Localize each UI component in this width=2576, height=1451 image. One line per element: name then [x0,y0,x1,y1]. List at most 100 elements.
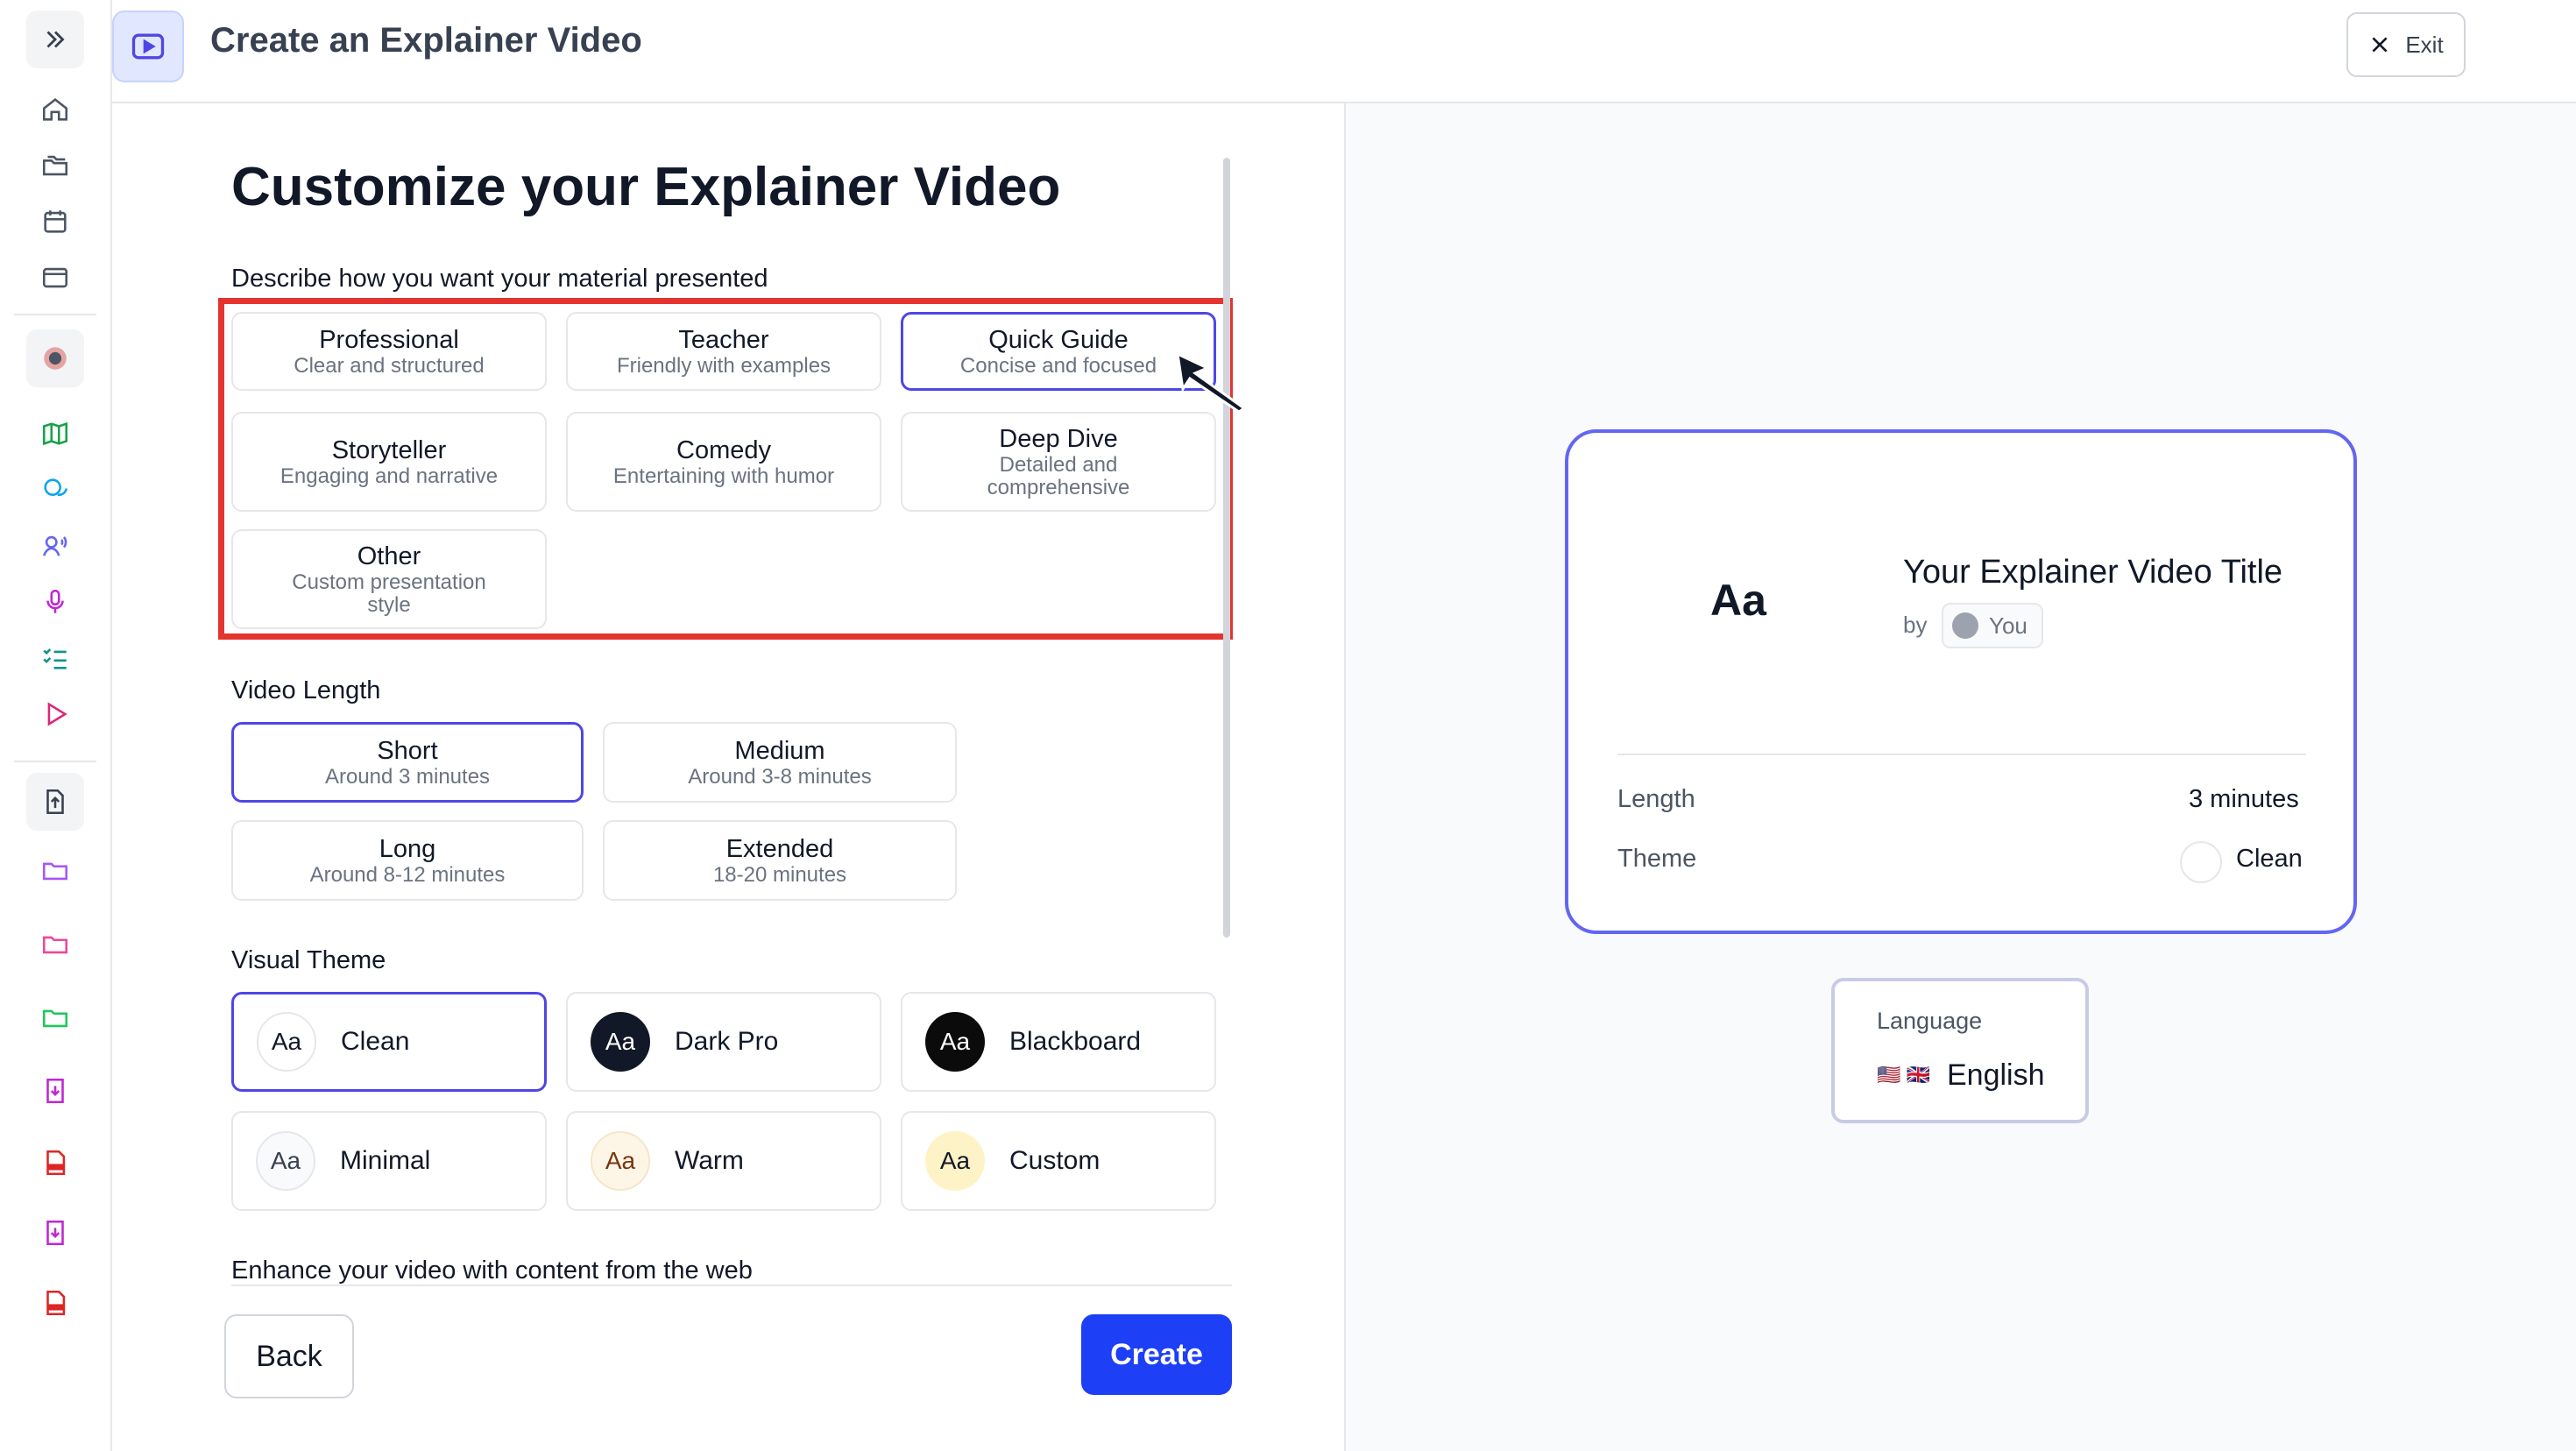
option-title: Quick Guide [988,326,1129,354]
upload-file-icon[interactable] [26,773,84,831]
presentation-label: Describe how you want your material pres… [231,265,768,293]
map-icon[interactable] [26,405,84,463]
option-title: Teacher [678,326,769,354]
play-icon[interactable] [26,685,84,743]
theme-option-custom[interactable]: Aa Custom [901,1111,1216,1211]
theme-option-warm[interactable]: Aa Warm [566,1111,881,1211]
language-label: Language [1877,1008,1983,1034]
page-heading: Customize your Explainer Video [231,157,1061,217]
chat-icon[interactable] [26,461,84,519]
sidebar-divider [14,314,96,315]
theme-swatch: Aa [257,1012,316,1072]
preview-title: Your Explainer Video Title [1903,554,2283,591]
theme-swatch-preview [2180,841,2222,883]
sidebar [0,0,112,1451]
theme-swatch: Aa [925,1012,985,1072]
theme-swatch: Aa [256,1131,315,1191]
theme-option-clean[interactable]: Aa Clean [231,992,547,1092]
preview-divider [1617,754,2306,755]
calendar-icon[interactable] [26,193,84,251]
preview-theme-sample: Aa [1710,576,1766,625]
voice-icon[interactable] [26,517,84,575]
theme-swatch: Aa [591,1012,650,1072]
theme-value: Clean [2236,845,2303,873]
option-subtitle: Detailed and comprehensive [987,453,1130,499]
option-subtitle: Engaging and narrative [280,464,499,488]
sidebar-divider [14,761,96,762]
length-label: Length [1617,785,1695,813]
style-option-comedy[interactable]: Comedy Entertaining with humor [566,412,881,512]
option-title: Short [377,737,438,765]
option-subtitle: Clear and structured [294,354,485,378]
length-value: 3 minutes [2189,785,2299,813]
checklist-icon[interactable] [26,629,84,687]
option-title: Medium [734,737,825,765]
option-title: Long [379,835,436,863]
video-length-label: Video Length [231,676,381,704]
style-option-deep-dive[interactable]: Deep Dive Detailed and comprehensive [901,412,1216,512]
theme-option-blackboard[interactable]: Aa Blackboard [901,992,1216,1092]
style-option-professional[interactable]: Professional Clear and structured [231,312,547,391]
theme-option-dark-pro[interactable]: Aa Dark Pro [566,992,881,1092]
scrollbar[interactable] [1223,158,1230,938]
home-icon[interactable] [26,81,84,138]
length-option-medium[interactable]: Medium Around 3-8 minutes [603,722,957,803]
video-logo-icon [112,11,184,82]
mouse-cursor-icon [1176,351,1247,414]
download-doc-icon[interactable] [26,1062,84,1120]
theme-swatch: Aa [925,1131,985,1191]
microphone-icon[interactable] [26,573,84,631]
visual-theme-label: Visual Theme [231,946,386,974]
back-button[interactable]: Back [224,1314,354,1398]
language-value: English [1947,1058,2045,1092]
avatar [1952,612,1978,639]
pdf-file-icon[interactable] [26,1134,84,1192]
length-option-long[interactable]: Long Around 8-12 minutes [231,820,584,901]
theme-name: Clean [341,1027,410,1056]
create-button[interactable]: Create [1081,1314,1232,1395]
option-subtitle: Custom presentation style [292,570,486,617]
option-title: Extended [725,835,834,863]
close-icon [2372,37,2388,53]
theme-label: Theme [1617,845,1697,873]
theme-swatch: Aa [591,1131,650,1191]
style-option-other[interactable]: Other Custom presentation style [231,529,547,629]
exit-button[interactable]: Exit [2346,12,2466,77]
style-option-teacher[interactable]: Teacher Friendly with examples [566,312,881,391]
theme-name: Minimal [340,1146,431,1175]
style-option-quick-guide[interactable]: Quick Guide Concise and focused [901,312,1216,391]
theme-option-minimal[interactable]: Aa Minimal [231,1111,547,1211]
pdf-file-icon[interactable] [26,1274,84,1332]
folder-icon[interactable] [26,988,84,1046]
theme-name: Dark Pro [675,1027,779,1056]
folders-icon[interactable] [26,137,84,195]
length-option-short[interactable]: Short Around 3 minutes [231,722,584,803]
option-subtitle: Around 3 minutes [324,765,491,789]
exit-label: Exit [2405,31,2444,58]
theme-name: Blackboard [1009,1027,1142,1056]
expand-sidebar-icon[interactable] [26,11,84,68]
author-name: You [1989,612,2028,639]
folder-icon[interactable] [26,841,84,899]
window-icon[interactable] [26,249,84,307]
option-title: Deep Dive [999,425,1118,453]
theme-name: Warm [675,1146,744,1175]
option-title: Comedy [676,436,771,464]
option-subtitle: Friendly with examples [616,354,832,378]
option-title: Professional [319,326,459,354]
footer-divider [231,1285,1232,1286]
flag-icons: 🇺🇸 🇬🇧 [1877,1064,1930,1086]
app-title: Create an Explainer Video [210,21,642,60]
preview-by-label: by [1903,612,1928,638]
download-doc-icon[interactable] [26,1204,84,1262]
author-chip: You [1942,603,2043,648]
option-title: Storyteller [331,436,447,464]
style-option-storyteller[interactable]: Storyteller Engaging and narrative [231,412,547,512]
option-subtitle: 18-20 minutes [712,863,847,887]
folder-icon[interactable] [26,915,84,973]
length-option-extended[interactable]: Extended 18-20 minutes [603,820,957,901]
option-subtitle: Around 3-8 minutes [688,765,872,789]
language-selector[interactable] [1831,978,2089,1123]
option-subtitle: Around 8-12 minutes [309,863,506,887]
workspace-avatar-icon[interactable] [26,329,84,387]
